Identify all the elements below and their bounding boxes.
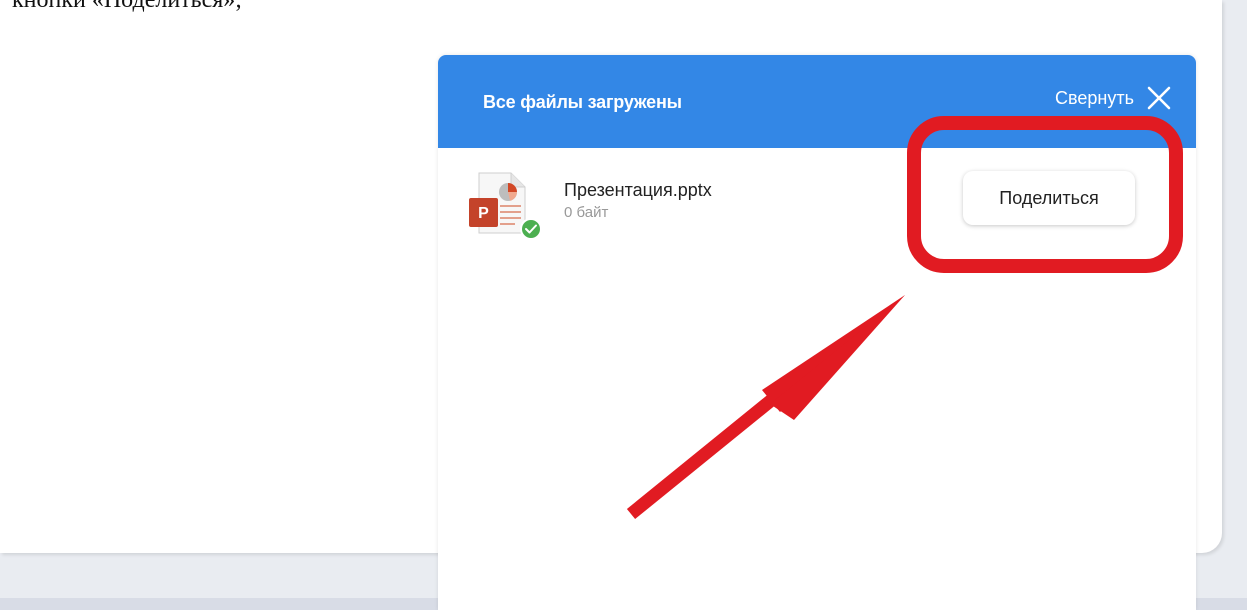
close-icon[interactable] <box>1146 85 1172 111</box>
instruction-text: кнопки «Поделиться»; <box>12 0 242 13</box>
upload-dialog-title: Все файлы загружены <box>483 92 682 112</box>
check-badge-icon <box>520 218 541 240</box>
collapse-button[interactable]: Свернуть <box>1055 85 1172 111</box>
file-name[interactable]: Презентация.pptx <box>564 180 712 201</box>
upload-dialog: Все файлы загружены Свернуть P Презентац… <box>438 55 1196 610</box>
file-size: 0 байт <box>564 204 609 221</box>
share-button[interactable]: Поделиться <box>963 171 1135 225</box>
pptx-file-icon: P <box>469 172 541 240</box>
upload-dialog-header: Все файлы загружены Свернуть <box>438 55 1196 148</box>
pptx-letter: P <box>478 205 489 222</box>
collapse-label: Свернуть <box>1055 87 1134 108</box>
